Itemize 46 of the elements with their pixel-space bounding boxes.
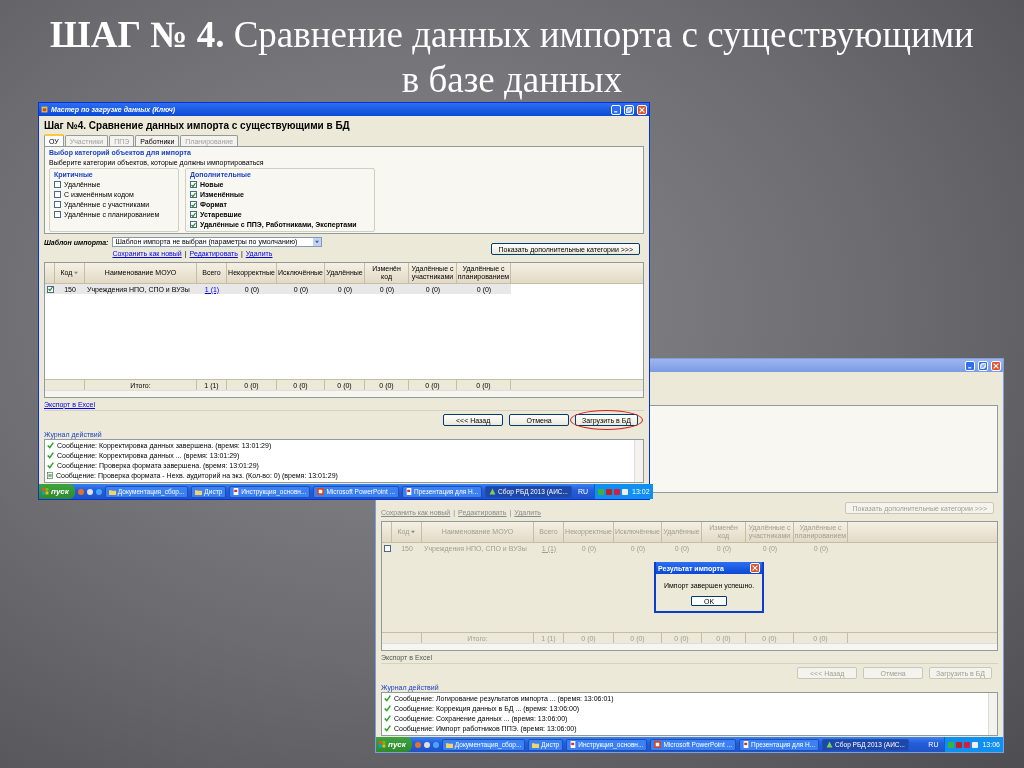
app-icon [41, 106, 48, 113]
checkbox[interactable] [54, 201, 61, 208]
checkbox[interactable] [54, 191, 61, 198]
slides-icon [654, 741, 662, 748]
folder-icon [532, 741, 540, 748]
sort-icon [74, 271, 79, 275]
app-icon [826, 741, 834, 748]
checkbox[interactable] [190, 201, 197, 208]
app-icon [489, 488, 497, 495]
sort-icon [411, 530, 416, 534]
start-button[interactable]: пуск [376, 737, 412, 752]
slides-icon [317, 488, 325, 495]
checkbox[interactable] [190, 221, 197, 228]
slide-title: ШАГ № 4. Сравнение данных импорта с существующими в базе данных [49, 13, 975, 102]
folder-icon [108, 488, 116, 495]
folder-icon [445, 741, 453, 748]
close-icon [993, 362, 999, 369]
checkbox[interactable] [46, 285, 54, 293]
close-icon [752, 565, 759, 571]
step-heading: Шаг №4. Сравнение данных импорта с существующими в БД [44, 118, 351, 133]
document-icon [743, 741, 749, 748]
maximize-button[interactable] [978, 360, 988, 371]
document-icon [406, 488, 412, 495]
close-icon [639, 106, 645, 113]
checkbox[interactable] [54, 181, 61, 188]
close-button[interactable] [637, 104, 647, 115]
folder-icon [195, 488, 203, 495]
checkbox[interactable] [383, 544, 391, 552]
minimize-button[interactable] [965, 360, 975, 371]
checkbox[interactable] [190, 191, 197, 198]
restore-icon [980, 362, 986, 369]
checkbox[interactable] [190, 211, 197, 218]
checkbox[interactable] [190, 181, 197, 188]
close-button[interactable] [991, 360, 1001, 371]
start-button[interactable]: пуск [39, 484, 75, 499]
document-icon [47, 472, 53, 479]
checkbox[interactable] [54, 211, 61, 218]
restore-icon [626, 106, 632, 113]
flag-icon [379, 741, 386, 748]
flag-icon [42, 488, 49, 495]
minimize-button[interactable] [611, 104, 621, 115]
maximize-button[interactable] [624, 104, 634, 115]
document-icon [570, 741, 577, 748]
caret-icon [313, 238, 322, 246]
document-icon [233, 488, 240, 495]
close-button[interactable] [750, 563, 761, 573]
